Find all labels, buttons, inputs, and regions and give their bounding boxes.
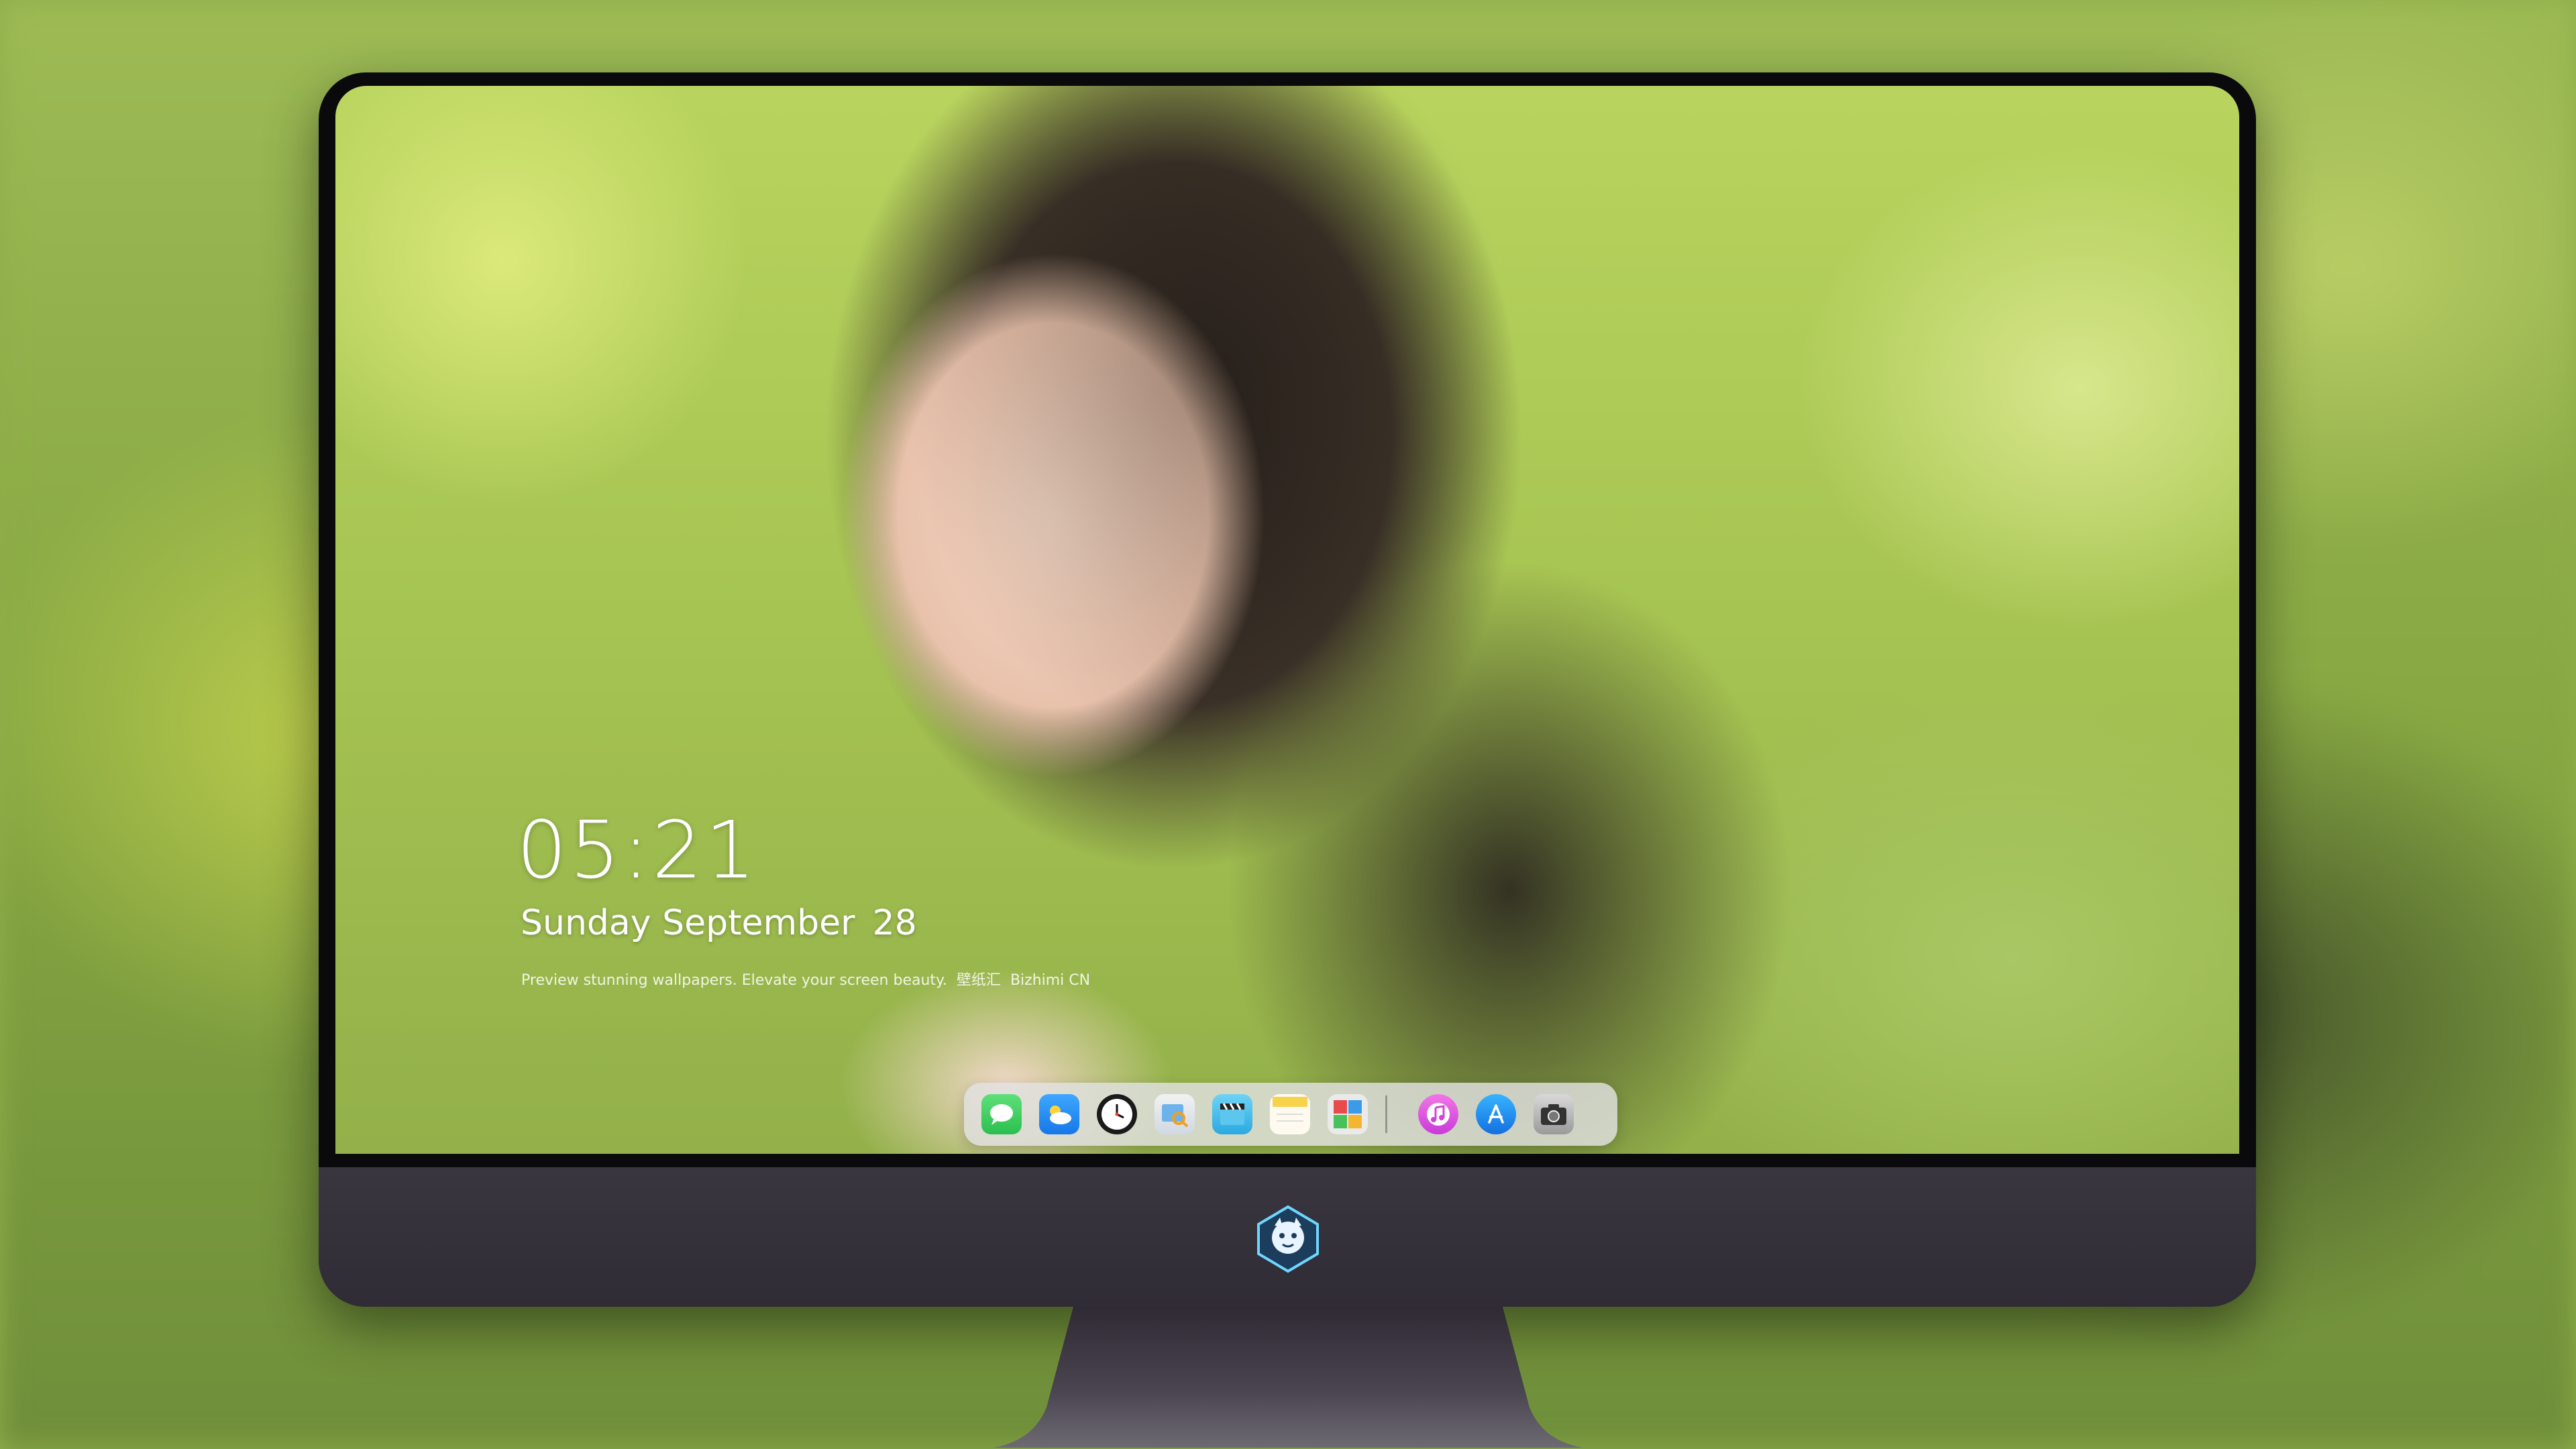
dock [964,1083,1617,1146]
lock-date: Sunday September 28 [521,903,917,943]
brand-cn: 壁纸汇 [956,972,1001,989]
lock-screen[interactable]: 05:21 Sunday September 28 Preview stunnin… [335,86,2239,1154]
preview-icon[interactable] [1155,1094,1195,1134]
clips-icon[interactable] [1212,1094,1252,1134]
screen-bezel-bottom [319,1154,2256,1167]
itunes-icon[interactable] [1418,1094,1458,1134]
clock-icon[interactable] [1097,1094,1137,1134]
brand-en: Bizhimi CN [1010,972,1091,989]
dock-separator [1385,1095,1387,1133]
wallpaper-photo [738,86,1711,1154]
brand-logo-icon [1257,1205,1319,1273]
messages-icon[interactable] [981,1094,1022,1134]
camera-icon[interactable] [1534,1094,1574,1134]
date-day: 28 [872,903,917,943]
app-store-icon[interactable] [1476,1094,1516,1134]
date-weekday-month: Sunday September [521,903,855,943]
notes-icon[interactable] [1270,1094,1310,1134]
wallpaper-tagline: Preview stunning wallpapers. Elevate you… [521,968,1099,989]
lock-clock: 05:21 [517,804,759,896]
tagline-text: Preview stunning wallpapers. Elevate you… [521,972,947,989]
photo-booth-icon[interactable] [1328,1094,1368,1134]
monitor-stand [993,1307,1583,1448]
weather-icon[interactable] [1039,1094,1079,1134]
